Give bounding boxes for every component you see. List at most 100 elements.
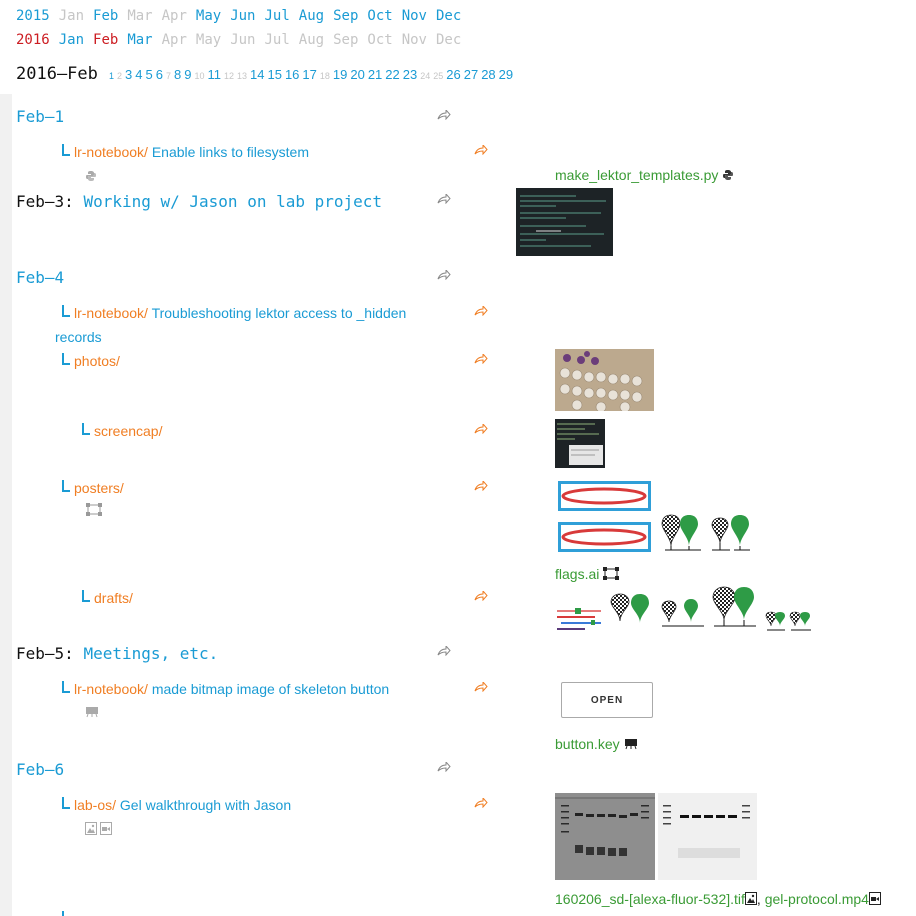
entry-link[interactable]: Gel walkthrough with Jason: [120, 797, 291, 813]
month-link-feb[interactable]: Feb: [93, 32, 118, 48]
file-link-key[interactable]: button.key: [555, 736, 638, 752]
month-link-feb[interactable]: Feb: [93, 8, 118, 24]
flags-thumbnail-1[interactable]: [661, 514, 703, 552]
year-link[interactable]: 2015: [16, 8, 50, 24]
open-button-label: OPEN: [590, 694, 624, 706]
month-link-may[interactable]: May: [196, 8, 221, 24]
poster-thumbnail-ellipse-1[interactable]: [558, 481, 651, 511]
folder-link[interactable]: lr-notebook/: [74, 305, 148, 321]
photo-thumbnail-vials[interactable]: [555, 349, 654, 411]
day-link-11[interactable]: 11: [207, 67, 221, 82]
drafts-thumbnail-strips[interactable]: [555, 605, 603, 631]
share-icon[interactable]: [474, 354, 488, 364]
year-link[interactable]: 2016: [16, 32, 50, 48]
day-link-16[interactable]: 16: [285, 67, 299, 82]
day-link-9[interactable]: 9: [184, 67, 191, 82]
date-heading-feb1[interactable]: Feb–1: [16, 107, 64, 126]
day-title: Meetings, etc.: [83, 644, 219, 663]
tree-corner-icon: [62, 144, 70, 156]
folder-link[interactable]: drafts/: [94, 590, 133, 606]
month-link-mar[interactable]: Mar: [127, 32, 152, 48]
left-gutter: [0, 94, 12, 916]
file-link-py[interactable]: make_lektor_templates.py: [555, 167, 734, 183]
terminal-screenshot-thumbnail[interactable]: [516, 188, 613, 256]
share-icon[interactable]: [474, 145, 488, 155]
folder-link[interactable]: photos/: [74, 353, 120, 369]
month-link-dec[interactable]: Dec: [436, 8, 461, 24]
folder-link[interactable]: lr-notebook/: [74, 144, 148, 160]
day-link-8[interactable]: 8: [174, 67, 181, 82]
file-name[interactable]: button.key: [555, 736, 620, 752]
month-link-sep[interactable]: Sep: [333, 8, 358, 24]
share-icon[interactable]: [474, 424, 488, 434]
screencap-thumbnail[interactable]: [555, 419, 605, 468]
date-label[interactable]: Feb–5:: [16, 644, 74, 663]
day-link-5[interactable]: 5: [146, 67, 153, 82]
month-link-jun: Jun: [230, 32, 256, 48]
day-link-3[interactable]: 3: [125, 67, 132, 82]
entry-link-continued[interactable]: records: [55, 325, 102, 349]
day-link-21[interactable]: 21: [368, 67, 382, 82]
share-icon[interactable]: [474, 798, 488, 808]
month-link-aug[interactable]: Aug: [299, 8, 324, 24]
entry-link[interactable]: Troubleshooting lektor access to _hidden: [152, 305, 407, 321]
file-name[interactable]: make_lektor_templates.py: [555, 167, 718, 183]
gel-image-thumbnail-dark[interactable]: [555, 793, 655, 880]
entry-troubleshooting: lr-notebook/ Troubleshooting lektor acce…: [62, 301, 432, 325]
open-button-thumbnail[interactable]: OPEN: [561, 682, 653, 718]
date-heading-feb6[interactable]: Feb–6: [16, 760, 64, 779]
month-heading: 2016–Feb: [16, 64, 98, 84]
month-link-jul[interactable]: Jul: [265, 8, 290, 24]
file-link-tif[interactable]: 160206_sd-[alexa-fluor-532].tif: [555, 891, 745, 907]
vials-pattern: [555, 349, 654, 411]
day-link-26[interactable]: 26: [446, 67, 460, 82]
flags-thumbnail-2[interactable]: [710, 514, 752, 552]
share-icon[interactable]: [437, 194, 451, 204]
drafts-thumbnail-flags-3[interactable]: [710, 586, 760, 628]
day-link-19[interactable]: 19: [333, 67, 347, 82]
drafts-thumbnail-flags-2[interactable]: [660, 598, 706, 628]
day-link-1[interactable]: 1: [109, 71, 114, 81]
day-link-17[interactable]: 17: [302, 67, 316, 82]
day-link-14[interactable]: 14: [250, 67, 264, 82]
file-link-mp4[interactable]: gel-protocol.mp4: [765, 891, 869, 907]
share-icon[interactable]: [437, 646, 451, 656]
gel-image-thumbnail-light[interactable]: [658, 793, 757, 880]
folder-link[interactable]: posters/: [74, 480, 124, 496]
folder-link[interactable]: screencap/: [94, 423, 162, 439]
month-link-jan[interactable]: Jan: [59, 32, 84, 48]
share-icon[interactable]: [474, 591, 488, 601]
entry-link[interactable]: Enable links to filesystem: [152, 144, 309, 160]
share-icon[interactable]: [437, 270, 451, 280]
folder-link[interactable]: lab-os/: [74, 797, 116, 813]
day-link-28[interactable]: 28: [481, 67, 495, 82]
month-link-oct[interactable]: Oct: [367, 8, 392, 24]
day-link-15[interactable]: 15: [267, 67, 281, 82]
day-link-22[interactable]: 22: [385, 67, 399, 82]
file-name[interactable]: flags.ai: [555, 566, 599, 582]
drafts-thumbnail-flags-1[interactable]: [610, 593, 652, 627]
share-icon[interactable]: [474, 682, 488, 692]
share-icon[interactable]: [437, 110, 451, 120]
entry-link[interactable]: made bitmap image of skeleton button: [152, 681, 389, 697]
poster-thumbnail-ellipse-2[interactable]: [558, 522, 651, 552]
drafts-thumbnail-flags-4[interactable]: [765, 610, 813, 632]
day-link-6[interactable]: 6: [156, 67, 163, 82]
tree-corner-icon: [62, 305, 70, 317]
folder-link[interactable]: lr-notebook/: [74, 681, 148, 697]
month-link-apr: Apr: [161, 8, 187, 24]
day-link-20[interactable]: 20: [350, 67, 364, 82]
share-icon[interactable]: [437, 762, 451, 772]
date-heading-feb4[interactable]: Feb–4: [16, 268, 64, 287]
day-link-29[interactable]: 29: [499, 67, 513, 82]
day-link-23[interactable]: 23: [403, 67, 417, 82]
file-link-ai[interactable]: flags.ai: [555, 566, 621, 582]
share-icon[interactable]: [474, 481, 488, 491]
date-label[interactable]: Feb–3:: [16, 192, 74, 211]
day-link-27[interactable]: 27: [464, 67, 478, 82]
share-icon[interactable]: [474, 306, 488, 316]
month-link-jun[interactable]: Jun: [230, 8, 255, 24]
day-link-4[interactable]: 4: [135, 67, 142, 82]
vector-file-icon: [603, 567, 620, 580]
month-link-nov[interactable]: Nov: [402, 8, 427, 24]
